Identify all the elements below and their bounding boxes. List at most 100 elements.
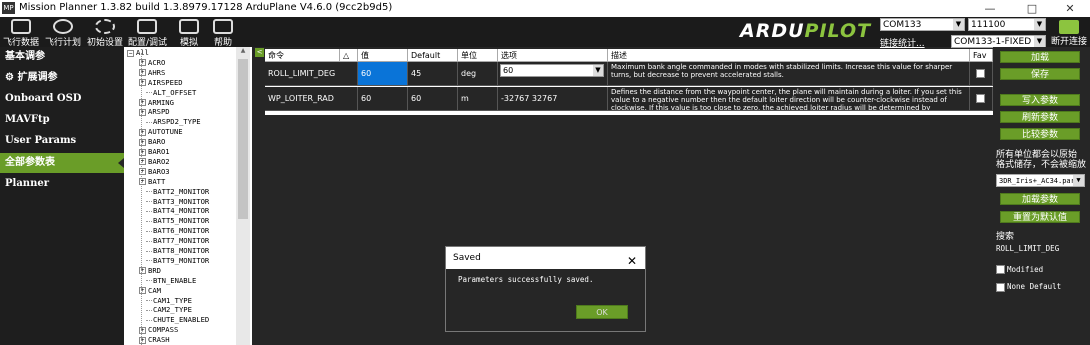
monitor-icon [179,19,199,34]
tree-item[interactable]: CAM1_TYPE [146,296,192,306]
expand-icon[interactable]: + [139,108,146,116]
tree-item[interactable]: BATT7_MONITOR [146,236,209,246]
toolbar-simulation-button[interactable]: 模拟 [170,19,208,48]
load-preset-button[interactable]: 加载参数 [1000,193,1080,205]
header-default[interactable]: Default [408,49,458,62]
expand-icon[interactable]: + [139,128,146,136]
baud-select[interactable]: 111100 ▼ [968,18,1046,31]
tree-item[interactable]: + CAM [139,286,161,296]
header-value[interactable]: 值 [358,49,408,62]
header-options[interactable]: 选项 [498,49,608,62]
toolbar-help-button[interactable]: 帮助 [204,19,242,48]
tree-item[interactable]: ALT_OFFSET [146,88,196,98]
fav-checkbox[interactable] [976,69,985,78]
tree-item[interactable]: BATT8_MONITOR [146,246,209,256]
tree-item[interactable]: + AUTOTUNE [139,127,183,137]
save-button[interactable]: 保存 [1000,68,1080,80]
sidebar-item-onboard-osd[interactable]: Onboard OSD [0,89,124,109]
tree-branch-line [146,240,152,242]
tree-item[interactable]: + CRASH [139,335,170,345]
disconnect-button[interactable]: 断开连接 [1050,20,1088,47]
sidebar-item-planner[interactable]: Planner [0,174,124,194]
close-window-button[interactable]: ✕ [1050,0,1090,17]
none-default-checkbox[interactable] [996,283,1005,292]
sidebar-item-mavftp[interactable]: MAVFtp [0,110,124,130]
tree-item[interactable]: + BARO3 [139,167,170,177]
tree-item[interactable]: CHUTE_ENABLED [146,315,209,325]
ardupilot-logo: ARDUPILOT [740,20,878,44]
tree-item-label: CAM1_TYPE [153,295,192,305]
fav-checkbox[interactable] [976,94,985,103]
expand-icon[interactable]: + [139,267,146,275]
tree-item[interactable]: BATT5_MONITOR [146,216,209,226]
maximize-button[interactable]: □ [1012,0,1052,17]
header-command[interactable]: 命令 [265,49,340,62]
expand-icon[interactable]: + [139,148,146,156]
tree-branch-line [146,92,152,94]
sidebar-item-basic-tuning[interactable]: 基本调参 [0,47,124,67]
modified-checkbox[interactable] [996,265,1005,274]
tree-scrollbar[interactable]: ▲ [236,47,250,345]
expand-icon[interactable]: + [139,158,146,166]
header-fav[interactable]: Fav [970,49,993,62]
load-button[interactable]: 加载 [1000,51,1080,63]
minimize-button[interactable]: — [970,0,1010,17]
header-unit[interactable]: 单位 [458,49,498,62]
tree-item[interactable]: + BARO1 [139,147,170,157]
reset-default-button[interactable]: 重置为默认值 [1000,211,1080,223]
collapse-tree-button[interactable]: < [255,48,264,57]
toolbar-config-tuning-button[interactable]: 配置/调试 [128,19,167,48]
tree-item[interactable]: + AIRSPEED [139,78,183,88]
expand-icon[interactable]: + [139,99,146,106]
toolbar-initial-setup-button[interactable]: 初始设置 [86,19,124,48]
ok-button[interactable]: OK [576,305,628,319]
tree-item[interactable]: BTN_ENABLE [146,276,196,286]
expand-icon[interactable]: + [139,326,146,334]
tree-item[interactable]: BATT4_MONITOR [146,206,209,216]
expand-icon[interactable]: + [139,168,146,176]
cell-value[interactable]: 60 [358,62,408,86]
tree-item[interactable]: BATT3_MONITOR [146,197,209,207]
toolbar-flight-plan-button[interactable]: 飞行计划 [44,19,82,48]
expand-icon[interactable]: + [139,69,146,77]
tree-item[interactable]: + BARO2 [139,157,170,167]
tree-item[interactable]: BATT6_MONITOR [146,226,209,236]
refresh-params-button[interactable]: 刷新参数 [1000,111,1080,123]
tree-item[interactable]: CAM2_TYPE [146,305,192,315]
tree-item[interactable]: + BRD [139,266,161,276]
tree-item[interactable]: BATT9_MONITOR [146,256,209,266]
expand-icon[interactable]: + [139,178,146,186]
sidebar-item-extended-tuning[interactable]: ⚙ 扩展调参 [0,68,124,88]
cell-value[interactable]: 60 [358,87,408,111]
expand-icon[interactable]: + [139,59,146,67]
expand-icon[interactable]: + [139,336,146,344]
search-input[interactable]: ROLL_LIMIT_DEG [996,244,1059,253]
tree-item[interactable]: BATT2_MONITOR [146,187,209,197]
tree-item[interactable]: ARSPD2_TYPE [146,117,201,127]
toolbar-flight-data-button[interactable]: 飞行数据 [2,19,40,48]
compare-params-button[interactable]: 比较参数 [1000,128,1080,140]
tree-item[interactable]: + AHRS [139,68,165,78]
port-select[interactable]: COM133 ▼ [880,18,965,31]
tree-item[interactable]: + ARMING [139,98,174,108]
header-description[interactable]: 描述 [608,49,970,62]
sidebar-item-full-param-list[interactable]: 全部参数表 [0,153,124,173]
expand-icon[interactable]: + [139,138,146,146]
tree-item[interactable]: + ARSPD [139,107,170,117]
scrollbar-thumb[interactable] [238,59,248,219]
tree-item[interactable]: − All [127,48,149,58]
write-params-button[interactable]: 写入参数 [1000,94,1080,106]
expand-icon[interactable]: + [139,79,146,87]
expand-icon[interactable]: + [139,287,146,295]
close-icon[interactable]: ✕ [627,250,637,272]
tree-item[interactable]: + ACRO [139,58,165,68]
param-preset-select[interactable]: 3DR_Iris+_AC34.param ▼ [996,174,1085,187]
options-select[interactable]: 60 ▼ [500,64,604,77]
tree-item[interactable]: + BARO [139,137,165,147]
sort-asc-icon[interactable]: △ [340,49,358,62]
tree-item[interactable]: + COMPASS [139,325,178,335]
sidebar-item-user-params[interactable]: User Params [0,131,124,151]
collapse-icon[interactable]: − [127,49,134,57]
tree-item[interactable]: + BATT [139,177,165,187]
link-stats-link[interactable]: 链接统计... [880,36,925,49]
